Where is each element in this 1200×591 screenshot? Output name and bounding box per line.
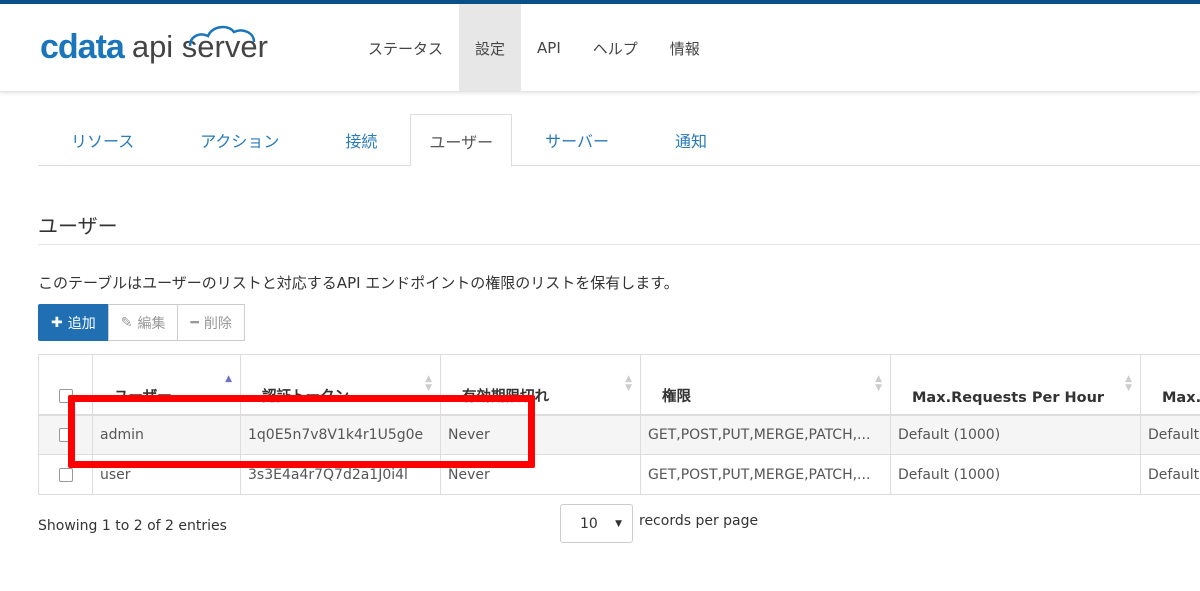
tab-connections[interactable]: 接続 [312,114,410,166]
logo-cdata-text: cdata [40,27,125,66]
page-size-value: 10 [580,515,598,532]
section-description: このテーブルはユーザーのリストと対応するAPI エンドポイントの権限のリストを保… [38,274,679,292]
cell-privileges: GET,POST,PUT,MERGE,PATCH,... [640,414,891,455]
page-size-label: records per page [639,512,759,529]
cell-max-requests: Default (1000) [890,454,1141,495]
page-size-select[interactable]: 10 ▼ [560,504,633,543]
cell-max-requests: Default (1000) [890,414,1141,455]
title-divider [38,244,1200,245]
cell-max-more: Default [1140,454,1200,495]
column-label: Max.Requests Per Hour [912,389,1105,406]
minus-icon: ━ [190,314,199,331]
sort-icon: ▲ ▼ [1125,374,1132,393]
plus-icon: ✚ [51,314,63,331]
tab-resources[interactable]: リソース [38,114,167,166]
column-label: Max. [1162,389,1200,406]
add-button-label: 追加 [67,315,96,332]
nav-info[interactable]: 情報 [654,4,716,92]
red-highlight-box [68,395,535,468]
edit-button-label: 編集 [137,315,166,332]
settings-tabs: リソース アクション 接続 ユーザー サーバー 通知 [38,114,1200,167]
edit-user-button[interactable]: ✎ 編集 [107,304,179,341]
main-nav: ステータス 設定 API ヘルプ 情報 [352,4,716,92]
chevron-down-icon: ▼ [615,518,622,529]
tab-notifications[interactable]: 通知 [642,114,740,166]
nav-help[interactable]: ヘルプ [577,4,654,92]
column-header-max-more[interactable]: Max. [1140,354,1200,416]
page-size-control: 10 ▼ records per page [560,504,758,543]
sort-icon: ▲ ▼ [425,374,432,393]
delete-button-label: 削除 [203,315,232,332]
cell-privileges: GET,POST,PUT,MERGE,PATCH,... [640,454,891,495]
tab-server[interactable]: サーバー [512,114,642,166]
delete-user-button[interactable]: ━ 削除 [177,304,245,341]
sort-ascending-icon: ▲ [225,374,232,384]
cdata-api-server-logo[interactable]: cdata api server [40,22,268,72]
table-info: Showing 1 to 2 of 2 entries [38,518,227,534]
user-toolbar: ✚ 追加 ✎ 編集 ━ 削除 [38,304,245,341]
top-navbar: cdata api server ステータス 設定 API ヘルプ 情報 [0,4,1200,92]
column-header-privileges[interactable]: 権限 ▲ ▼ [640,354,891,416]
edit-icon: ✎ [120,314,133,331]
tab-actions[interactable]: アクション [167,114,312,166]
column-label: 権限 [662,388,691,405]
cloud-icon [188,25,256,47]
sort-icon: ▲ ▼ [625,374,632,393]
sort-icon: ▲ ▼ [875,374,882,393]
column-header-max-requests-per-hour[interactable]: Max.Requests Per Hour ▲ ▼ [890,354,1141,416]
add-user-button[interactable]: ✚ 追加 [38,304,109,341]
nav-status[interactable]: ステータス [352,4,459,92]
row-checkbox[interactable] [58,467,73,482]
cell-max-more: Default [1140,414,1200,455]
page-title: ユーザー [38,214,118,238]
nav-settings[interactable]: 設定 [459,4,522,92]
tab-users[interactable]: ユーザー [410,114,513,167]
nav-api[interactable]: API [521,4,577,92]
